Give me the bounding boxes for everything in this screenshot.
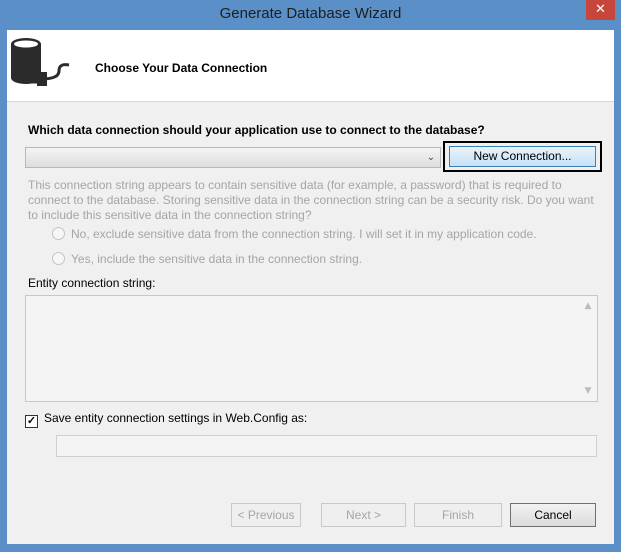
entity-connection-textarea[interactable]: ▲ ▼ [25, 295, 598, 402]
close-button[interactable]: ✕ [586, 0, 615, 20]
webconfig-name-input[interactable] [56, 435, 597, 457]
finish-button[interactable]: Finish [414, 503, 502, 527]
save-webconfig-label: Save entity connection settings in Web.C… [44, 411, 308, 425]
sensitive-data-info: This connection string appears to contai… [28, 178, 594, 222]
radio-include-sensitive[interactable]: Yes, include the sensitive data in the c… [52, 252, 362, 268]
window-title: Generate Database Wizard [219, 5, 402, 22]
wizard-header: Choose Your Data Connection [7, 30, 614, 102]
title-bar[interactable]: Generate Database Wizard ✕ [0, 0, 621, 30]
radio-exclude-label: No, exclude sensitive data from the conn… [71, 227, 537, 241]
radio-include-label: Yes, include the sensitive data in the c… [71, 252, 363, 266]
scroll-up-icon[interactable]: ▲ [582, 300, 594, 312]
radio-button-exclude[interactable] [52, 227, 65, 240]
save-webconfig-row[interactable]: ✓ Save entity connection settings in Web.… [25, 411, 308, 428]
scroll-down-icon[interactable]: ▼ [582, 385, 594, 397]
database-plug-icon [11, 38, 70, 86]
chevron-down-icon[interactable]: ⌄ [424, 149, 438, 167]
page-title: Choose Your Data Connection [95, 61, 268, 75]
radio-button-include[interactable] [52, 252, 65, 265]
new-connection-button[interactable]: New Connection... [449, 146, 596, 167]
close-icon: ✕ [595, 2, 606, 17]
wizard-content: Choose Your Data Connection Which data c… [7, 30, 614, 544]
connection-question: Which data connection should your applic… [28, 123, 485, 137]
new-connection-focus-frame: New Connection... [443, 141, 602, 172]
entity-connection-label: Entity connection string: [28, 276, 156, 290]
check-icon: ✓ [26, 415, 37, 427]
previous-button[interactable]: < Previous [231, 503, 301, 527]
cancel-button[interactable]: Cancel [510, 503, 596, 527]
radio-exclude-sensitive[interactable]: No, exclude sensitive data from the conn… [52, 227, 537, 243]
wizard-window: Generate Database Wizard ✕ Choose Your D… [0, 0, 621, 552]
save-webconfig-checkbox[interactable]: ✓ [25, 415, 38, 428]
connection-dropdown[interactable]: ⌄ [25, 147, 441, 168]
next-button[interactable]: Next > [321, 503, 406, 527]
